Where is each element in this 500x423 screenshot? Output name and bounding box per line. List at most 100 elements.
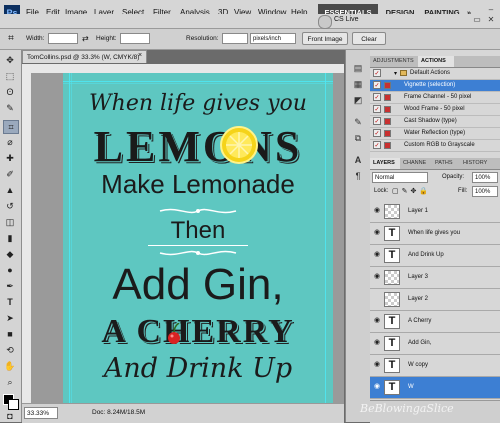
layer-row[interactable]: ◉ T A Cherry	[370, 311, 500, 333]
dialog-toggle-icon[interactable]	[384, 142, 391, 149]
close-document-icon[interactable]: ×	[138, 52, 142, 59]
crop-tool-icon[interactable]: ⌗	[4, 32, 18, 45]
character-icon[interactable]: A	[351, 154, 365, 166]
cs-live-label[interactable]: CS Live	[334, 16, 359, 23]
brush-tool-icon[interactable]: ✐	[3, 168, 17, 180]
document-size-info[interactable]: Doc: 8.24M/18.5M	[92, 409, 145, 416]
poster-artboard[interactable]: When life gives you LEMONS Make Lemonade…	[63, 73, 333, 403]
type-tool-icon[interactable]: T	[3, 296, 17, 308]
action-item[interactable]: ✓ Wood Frame - 50 pixel	[370, 104, 500, 116]
layer-row-selected[interactable]: ◉ T W	[370, 377, 500, 399]
quick-mask-icon[interactable]: ◘	[3, 410, 17, 422]
layer-row[interactable]: ◉ T And Drink Up	[370, 245, 500, 267]
swatches-icon[interactable]: ▦	[351, 78, 365, 90]
clone-source-icon[interactable]: ⧉	[351, 132, 365, 144]
clone-stamp-tool-icon[interactable]: ▲	[3, 184, 17, 196]
3d-rotate-tool-icon[interactable]: ⟲	[3, 344, 17, 356]
zoom-tool-icon[interactable]: ⌕	[3, 376, 17, 388]
visibility-eye-icon[interactable]: ◉	[373, 251, 381, 259]
height-field[interactable]	[120, 33, 150, 44]
tab-actions[interactable]: ACTIONS	[418, 56, 454, 67]
blur-tool-icon[interactable]: ◆	[3, 248, 17, 260]
action-toggle-check[interactable]: ✓	[373, 129, 381, 137]
visibility-eye-icon[interactable]: ◉	[373, 295, 381, 303]
shape-tool-icon[interactable]: ■	[3, 328, 17, 340]
action-item[interactable]: ✓ Cast Shadow (type)	[370, 116, 500, 128]
tab-channels[interactable]: CHANNE	[400, 158, 432, 169]
tab-history[interactable]: HISTORY	[460, 158, 500, 169]
action-toggle-check[interactable]: ✓	[373, 141, 381, 149]
move-tool-icon[interactable]: ✥	[3, 54, 17, 66]
restore-icon[interactable]: ▭	[470, 14, 484, 26]
action-item[interactable]: ✓ Water Reflection (type)	[370, 128, 500, 140]
action-item[interactable]: ✓ Vignette (selection)	[370, 80, 500, 92]
action-item[interactable]: ✓ Custom RGB to Grayscale	[370, 140, 500, 152]
layer-row[interactable]: ◉ T W copy	[370, 355, 500, 377]
paragraph-icon[interactable]: ¶	[351, 170, 365, 182]
layer-row[interactable]: ◉ T Add Gin,	[370, 333, 500, 355]
background-color-swatch[interactable]	[8, 399, 19, 410]
zoom-level-field[interactable]: 33.33%	[24, 407, 58, 419]
close-icon[interactable]: ✕	[484, 14, 498, 26]
history-brush-tool-icon[interactable]: ↺	[3, 200, 17, 212]
visibility-eye-icon[interactable]: ◉	[373, 207, 381, 215]
action-toggle-check[interactable]: ✓	[373, 81, 381, 89]
visibility-eye-icon[interactable]: ◉	[373, 273, 381, 281]
blend-mode-select[interactable]: Normal	[372, 172, 428, 183]
visibility-eye-icon[interactable]: ◉	[373, 229, 381, 237]
expand-icon[interactable]: ▾	[394, 69, 397, 80]
resolution-unit-select[interactable]: pixels/inch	[250, 33, 296, 44]
lasso-tool-icon[interactable]: ʘ	[3, 86, 17, 98]
gradient-tool-icon[interactable]: ▮	[3, 232, 17, 244]
pen-tool-icon[interactable]: ✒	[3, 280, 17, 292]
cs-live-icon[interactable]	[318, 15, 332, 29]
action-item[interactable]: ✓ Frame Channel - 50 pixel	[370, 92, 500, 104]
visibility-eye-icon[interactable]: ◉	[373, 317, 381, 325]
dialog-toggle-icon[interactable]	[384, 94, 391, 101]
action-toggle-check[interactable]: ✓	[373, 105, 381, 113]
fill-field[interactable]: 100%	[472, 186, 498, 197]
brush-icon[interactable]: ✎	[351, 116, 365, 128]
dialog-toggle-icon[interactable]	[384, 106, 391, 113]
styles-icon[interactable]: ◩	[351, 94, 365, 106]
lock-options-icon[interactable]: ▢✎✥🔒	[392, 187, 431, 195]
dialog-toggle-icon[interactable]	[384, 118, 391, 125]
tab-adjustments[interactable]: ADJUSTMENTS	[370, 56, 418, 67]
clear-button[interactable]: Clear	[352, 32, 386, 45]
crop-tool-icon[interactable]: ⌗	[3, 120, 19, 134]
action-toggle-check[interactable]: ✓	[373, 93, 381, 101]
visibility-eye-icon[interactable]: ◉	[373, 361, 381, 369]
document-tab[interactable]: TomCollins.psd @ 33.3% (W, CMYK/8)	[22, 50, 147, 63]
eraser-tool-icon[interactable]: ◫	[3, 216, 17, 228]
vertical-ruler[interactable]	[22, 73, 32, 403]
layer-row[interactable]: ◉ Layer 2	[370, 289, 500, 311]
canvas-area[interactable]: When life gives you LEMONS Make Lemonade…	[32, 73, 344, 403]
hand-tool-icon[interactable]: ✋	[3, 360, 17, 372]
opacity-field[interactable]: 100%	[472, 172, 498, 183]
marquee-tool-icon[interactable]: ⬚	[3, 70, 17, 82]
tab-paths[interactable]: PATHS	[432, 158, 460, 169]
resolution-field[interactable]	[222, 33, 248, 44]
layer-row[interactable]: ◉ T When life gives you	[370, 223, 500, 245]
history-icon[interactable]: ▤	[351, 62, 365, 74]
width-field[interactable]	[48, 33, 78, 44]
path-select-tool-icon[interactable]: ➤	[3, 312, 17, 324]
tab-layers[interactable]: LAYERS	[370, 158, 400, 169]
front-image-button[interactable]: Front Image	[302, 32, 348, 45]
layer-row[interactable]: ◉ Layer 3	[370, 267, 500, 289]
quick-select-tool-icon[interactable]: ✎	[3, 102, 17, 114]
action-toggle-check[interactable]: ✓	[373, 69, 381, 77]
swap-icon[interactable]: ⇄	[82, 34, 89, 43]
watermark: BeBlowingaSlice	[360, 402, 454, 415]
eyedropper-tool-icon[interactable]: ⌀	[3, 136, 17, 148]
visibility-eye-icon[interactable]: ◉	[373, 339, 381, 347]
action-set-row[interactable]: ✓ ▾ Default Actions	[370, 68, 500, 80]
dialog-toggle-icon[interactable]	[384, 130, 391, 137]
dialog-toggle-icon[interactable]	[384, 82, 391, 89]
dodge-tool-icon[interactable]: ●	[3, 264, 17, 276]
layer-row[interactable]: ◉ Layer 1	[370, 201, 500, 223]
visibility-eye-icon[interactable]: ◉	[373, 383, 381, 391]
opacity-label: Opacity:	[442, 174, 465, 180]
healing-brush-tool-icon[interactable]: ✚	[3, 152, 17, 164]
action-toggle-check[interactable]: ✓	[373, 117, 381, 125]
